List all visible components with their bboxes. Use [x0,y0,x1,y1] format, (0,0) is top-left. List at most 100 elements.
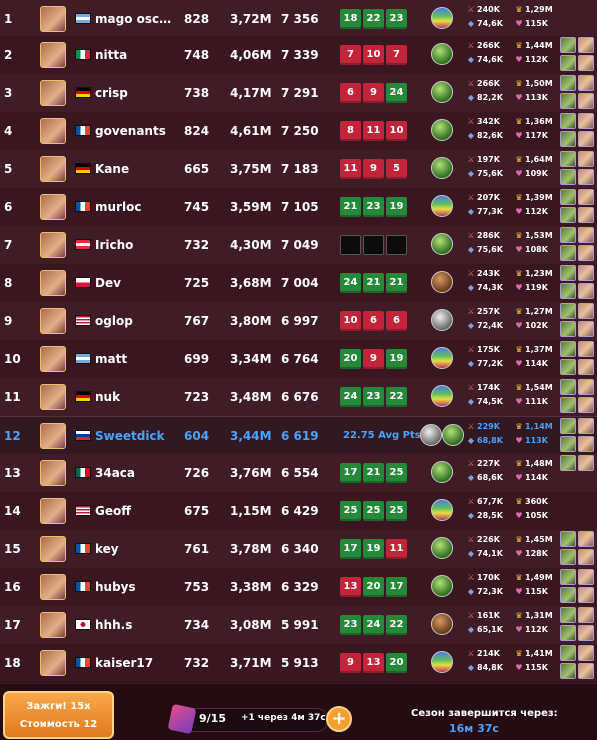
table-row[interactable]: 17 hhh.s 734 3,08M 5 991 23 24 22 ⚔ 161K ◆ 65,1K ♛ 1,… [0,606,597,645]
girl-thumbnail[interactable] [578,189,594,205]
class-orb-icon[interactable] [442,424,464,446]
player-avatar[interactable] [40,650,66,676]
class-orb-icon[interactable] [431,233,453,255]
girl-thumbnail[interactable] [560,207,576,223]
table-row[interactable]: 16 hubys 753 3,38M 6 329 13 20 17 ⚔ 170K ◆ 72,3K ♛ 1,… [0,568,597,607]
class-orb-icon[interactable] [420,424,442,446]
girl-thumbnail[interactable] [578,607,594,623]
girl-thumbnail[interactable] [560,531,576,547]
girl-thumbnail[interactable] [578,265,594,281]
class-orb-icon[interactable] [431,499,453,521]
table-row[interactable]: 18 kaiser17 732 3,71M 5 913 9 13 20 ⚔ 214K ◆ 84,8K ♛… [0,644,597,683]
girl-thumbnail[interactable] [578,55,594,71]
player-avatar[interactable] [40,6,66,32]
player-name[interactable]: oglop [95,302,173,340]
table-row[interactable]: 9 oglop 767 3,80M 6 997 10 6 6 ⚔ 257K ◆ 72,4K ♛ 1,27M… [0,302,597,341]
girl-thumbnail[interactable] [560,131,576,147]
ignite-button[interactable]: Зажги! 15x Стоимость 12 [3,691,114,739]
table-row[interactable]: 6 murloc 745 3,59M 7 105 21 23 19 ⚔ 207K ◆ 77,3K ♛ 1,… [0,188,597,227]
girl-thumbnail[interactable] [578,37,594,53]
girl-thumbnail[interactable] [560,93,576,109]
girl-thumbnail[interactable] [560,75,576,91]
class-orb-icon[interactable] [431,537,453,559]
player-name[interactable]: nuk [95,378,173,416]
player-name[interactable]: murloc [95,188,173,226]
player-avatar[interactable] [40,498,66,524]
class-orb-icon[interactable] [431,157,453,179]
girl-thumbnail[interactable] [560,169,576,185]
girl-thumbnail[interactable] [578,645,594,661]
player-avatar[interactable] [40,232,66,258]
girl-thumbnail[interactable] [578,531,594,547]
table-row[interactable]: 5 Kane 665 3,75M 7 183 11 9 5 ⚔ 197K ◆ 75,6K ♛ 1,64M ♥… [0,150,597,189]
player-name[interactable]: 34aca [95,454,173,492]
class-orb-icon[interactable] [431,651,453,673]
girl-thumbnail[interactable] [560,663,576,679]
player-name[interactable]: Sweetdick [95,417,173,455]
player-avatar[interactable] [40,536,66,562]
player-name[interactable]: kaiser17 [95,644,173,682]
girl-thumbnail[interactable] [578,93,594,109]
table-row[interactable]: 11 nuk 723 3,48M 6 676 24 23 22 ⚔ 174K ◆ 74,5K ♛ 1,54… [0,378,597,417]
player-avatar[interactable] [40,270,66,296]
girl-thumbnail[interactable] [578,113,594,129]
class-orb-icon[interactable] [431,309,453,331]
table-row[interactable]: 15 key 761 3,78M 6 340 17 19 11 ⚔ 226K ◆ 74,1K ♛ 1,45… [0,530,597,569]
girl-thumbnail[interactable] [560,151,576,167]
player-avatar[interactable] [40,612,66,638]
girl-thumbnail[interactable] [578,418,594,434]
girl-thumbnail[interactable] [578,151,594,167]
table-row[interactable]: 14 Geoff 675 1,15M 6 429 25 25 25 ⚔ 67,7K ◆ 28,5K ♛ 3… [0,492,597,531]
girl-thumbnail[interactable] [560,227,576,243]
girl-thumbnail[interactable] [578,663,594,679]
girl-thumbnail[interactable] [560,113,576,129]
girl-thumbnail[interactable] [578,283,594,299]
player-name[interactable]: matt [95,340,173,378]
girl-thumbnail[interactable] [560,549,576,565]
girl-thumbnail[interactable] [578,75,594,91]
player-name[interactable]: Geoff [95,492,173,530]
class-orb-icon[interactable] [431,347,453,369]
player-avatar[interactable] [40,80,66,106]
girl-thumbnail[interactable] [578,303,594,319]
girl-thumbnail[interactable] [578,207,594,223]
girl-thumbnail[interactable] [578,227,594,243]
table-row[interactable]: 10 matt 699 3,34M 6 764 20 9 19 ⚔ 175K ◆ 77,2K ♛ 1,37… [0,340,597,379]
girl-thumbnail[interactable] [560,607,576,623]
girl-thumbnail[interactable] [560,379,576,395]
class-orb-icon[interactable] [431,43,453,65]
class-orb-icon[interactable] [431,7,453,29]
girl-thumbnail[interactable] [560,283,576,299]
girl-thumbnail[interactable] [560,245,576,261]
class-orb-icon[interactable] [431,385,453,407]
class-orb-icon[interactable] [431,81,453,103]
girl-thumbnail[interactable] [578,436,594,452]
table-row[interactable]: 8 Dev 725 3,68M 7 004 24 21 21 ⚔ 243K ◆ 74,3K ♛ 1,23M… [0,264,597,303]
player-avatar[interactable] [40,574,66,600]
table-row[interactable]: 1 mago oscu... 828 3,72M 7 356 18 22 23 ⚔ 240K ◆ 74… [0,0,597,39]
girl-thumbnail[interactable] [578,569,594,585]
player-avatar[interactable] [40,384,66,410]
girl-thumbnail[interactable] [560,397,576,413]
girl-thumbnail[interactable] [578,131,594,147]
player-avatar[interactable] [40,156,66,182]
girl-thumbnail[interactable] [560,265,576,281]
girl-thumbnail[interactable] [560,418,576,434]
player-name[interactable]: Iricho [95,226,173,264]
table-row[interactable]: 2 nitta 748 4,06M 7 339 7 10 7 ⚔ 266K ◆ 74,6K ♛ 1,44M… [0,36,597,75]
player-name[interactable]: nitta [95,36,173,74]
player-name[interactable]: mago oscu... [95,0,173,38]
player-avatar[interactable] [40,42,66,68]
girl-thumbnail[interactable] [578,321,594,337]
girl-thumbnail[interactable] [560,436,576,452]
table-row[interactable]: 7 Iricho 732 4,30M 7 049 ⚔ 286K ◆ 75,6K ♛ 1,53M ♥ 10… [0,226,597,265]
girl-thumbnail[interactable] [560,587,576,603]
girl-thumbnail[interactable] [578,397,594,413]
player-name[interactable]: hubys [95,568,173,606]
girl-thumbnail[interactable] [578,625,594,641]
class-orb-icon[interactable] [431,195,453,217]
girl-thumbnail[interactable] [578,245,594,261]
girl-thumbnail[interactable] [560,341,576,357]
class-orb-icon[interactable] [431,461,453,483]
player-avatar[interactable] [40,308,66,334]
